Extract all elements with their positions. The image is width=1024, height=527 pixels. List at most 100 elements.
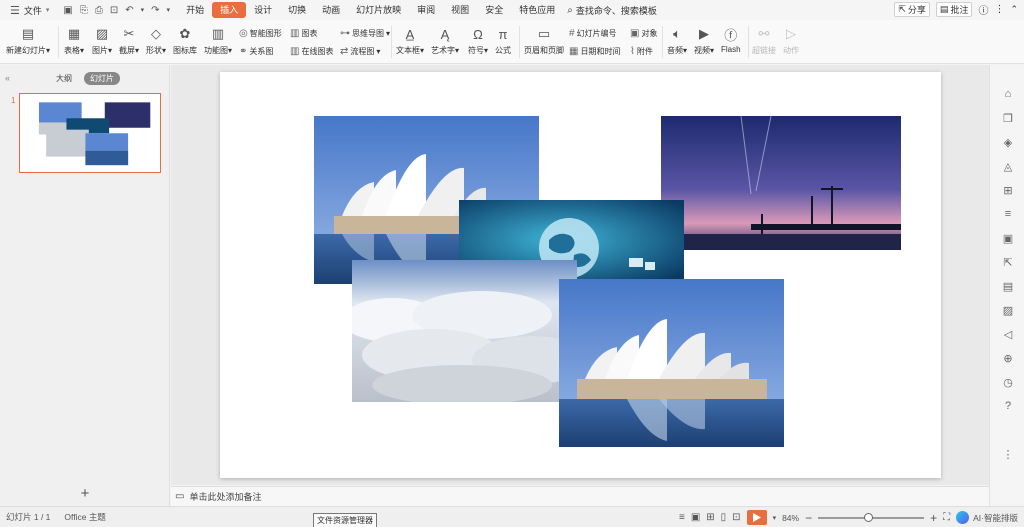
- attachment-button[interactable]: ⌇ 附件: [630, 46, 653, 57]
- relation-chart-button[interactable]: ⚭ 关系图: [239, 46, 273, 57]
- zoom-in-icon[interactable]: +: [930, 511, 937, 525]
- video-label: 视频: [694, 46, 710, 55]
- zoom-slider[interactable]: [818, 512, 925, 522]
- formula-button[interactable]: π 公式: [495, 26, 511, 56]
- collapse-ribbon-icon[interactable]: ⌃: [1010, 4, 1018, 15]
- chevron-down-icon: ▾: [45, 7, 50, 14]
- formula-label: 公式: [495, 46, 511, 55]
- shapes-icon[interactable]: ◈: [1001, 135, 1015, 149]
- audio-button[interactable]: 🔈︎ 音频▾: [667, 26, 687, 56]
- notes-toggle-icon[interactable]: ≡: [679, 512, 685, 523]
- zoom-out-icon[interactable]: −: [805, 511, 812, 525]
- help-circle-icon[interactable]: ?: [1001, 399, 1015, 413]
- play-dropdown-icon[interactable]: ▾: [773, 514, 777, 522]
- add-slide-button[interactable]: +: [0, 485, 170, 502]
- chart-button[interactable]: ▥ 图表: [290, 28, 317, 39]
- image-search-icon[interactable]: ▣: [1001, 231, 1015, 245]
- slide-sorter-icon[interactable]: ⊞: [706, 512, 714, 523]
- tab-view[interactable]: 视图: [443, 2, 477, 18]
- share-button[interactable]: ⇱ 分享: [894, 2, 930, 17]
- fill-icon[interactable]: ◬: [1001, 159, 1015, 173]
- slideshow-play-button[interactable]: [746, 510, 767, 525]
- icon-library-button[interactable]: ✿ 图标库: [173, 26, 197, 56]
- hyperlink-button[interactable]: ⚯ 超链接: [752, 26, 776, 56]
- screenshot-button[interactable]: ✂ 截屏▾: [119, 26, 139, 56]
- flow-chart-button[interactable]: ⇄ 流程图 ▾: [340, 46, 380, 57]
- table-button[interactable]: ▦ 表格▾: [64, 26, 84, 56]
- tab-outline[interactable]: 大纲: [50, 72, 78, 85]
- opera-house-image-2[interactable]: [559, 279, 784, 447]
- tab-insert[interactable]: 插入: [212, 2, 247, 18]
- archive-icon[interactable]: ▤: [1001, 279, 1015, 293]
- layers-icon[interactable]: ❐: [1001, 111, 1015, 125]
- tab-review[interactable]: 审阅: [409, 2, 443, 18]
- zoom-value[interactable]: 84%: [782, 513, 799, 523]
- undo-icon[interactable]: ↶: [125, 5, 133, 16]
- tab-transition[interactable]: 切换: [280, 2, 314, 18]
- flash-button[interactable]: ⓕ Flash: [721, 26, 741, 55]
- save-as-icon[interactable]: ⎘: [80, 5, 88, 16]
- zoom-slider-knob[interactable]: [864, 512, 874, 522]
- tab-slides[interactable]: 幻灯片: [84, 72, 120, 85]
- reading-view-icon[interactable]: ▯: [721, 512, 727, 523]
- picture-button[interactable]: ▨ 图片▾: [92, 26, 112, 56]
- word-art-button[interactable]: Ą 艺术字▾: [431, 26, 459, 56]
- command-search[interactable]: ⌕ 查找命令、搜索模板: [567, 4, 657, 17]
- comment-button[interactable]: ▤ 批注: [935, 2, 973, 17]
- more-options-icon[interactable]: ⋮: [994, 4, 1004, 15]
- date-time-button[interactable]: ▦ 日期和时间: [569, 46, 620, 57]
- notes-bar[interactable]: ▭ 单击此处添加备注: [171, 486, 989, 506]
- normal-view-icon[interactable]: ▣: [691, 512, 700, 523]
- grid-icon[interactable]: ⊞: [1001, 183, 1015, 197]
- tab-home[interactable]: 开始: [178, 2, 212, 18]
- tab-special-apps[interactable]: 特色应用: [511, 2, 563, 18]
- notes-view-icon[interactable]: ⊡: [732, 512, 740, 523]
- help-icon[interactable]: ⓘ: [978, 2, 988, 17]
- ai-layout-button[interactable]: AI·智能排版: [956, 511, 1018, 524]
- action-button[interactable]: ▷ 动作: [783, 26, 799, 56]
- omega-icon: Ω: [473, 26, 483, 42]
- textbox-button[interactable]: A̲ 文本框▾: [396, 26, 424, 56]
- file-menu[interactable]: ☰ 文件 ▾: [0, 0, 55, 20]
- function-chart-label: 功能图: [204, 46, 228, 55]
- table-icon: ▦: [67, 26, 81, 41]
- object-button[interactable]: ▣ 对象: [630, 28, 657, 39]
- history-icon[interactable]: ◷: [1001, 375, 1015, 389]
- settings-sliders-icon[interactable]: ≡: [1001, 207, 1015, 221]
- online-chart-button[interactable]: ▥ 在线图表: [290, 46, 333, 57]
- tab-animation[interactable]: 动画: [314, 2, 348, 18]
- volume-icon[interactable]: ◁: [1001, 327, 1015, 341]
- fit-window-icon[interactable]: ⛶: [943, 512, 950, 523]
- play-icon: [752, 513, 761, 522]
- tab-slideshow[interactable]: 幻灯片放映: [348, 2, 409, 18]
- slide-thumbnail[interactable]: [19, 93, 161, 173]
- mind-map-button[interactable]: ⊶ 思维导图 ▾: [340, 28, 390, 39]
- video-button[interactable]: ▶ 视频▾: [694, 26, 714, 56]
- picture-icon-right[interactable]: ▨: [1001, 303, 1015, 317]
- save-icon[interactable]: ▣: [63, 5, 72, 16]
- new-slide-button[interactable]: ▤ 新建幻灯片▾: [6, 26, 50, 56]
- pier-sunset-image[interactable]: [661, 116, 901, 250]
- ai-layout-label: AI·智能排版: [973, 512, 1018, 523]
- export-icon[interactable]: ⇱: [1001, 255, 1015, 269]
- undo-dropdown-icon[interactable]: ▾: [141, 6, 145, 14]
- ribbon-tabs: 开始 插入 设计 切换 动画 幻灯片放映 审阅 视图 安全 特色应用: [178, 2, 563, 18]
- tab-design[interactable]: 设计: [246, 2, 280, 18]
- download-icon[interactable]: ⊕: [1001, 351, 1015, 365]
- function-chart-button[interactable]: ▥ 功能图▾: [204, 26, 232, 56]
- word-art-icon: Ą: [440, 26, 450, 42]
- slide-number-button[interactable]: # 幻灯片编号: [569, 28, 617, 39]
- pin-icon[interactable]: ⌂: [1001, 87, 1015, 101]
- print-preview-icon[interactable]: ⊡: [110, 5, 118, 16]
- tab-security[interactable]: 安全: [477, 2, 511, 18]
- qa-more-icon[interactable]: ▾: [167, 6, 171, 14]
- slide-canvas[interactable]: [220, 72, 941, 478]
- more-vertical-icon[interactable]: ⋮: [1001, 447, 1015, 461]
- print-icon[interactable]: ⎙: [95, 5, 103, 16]
- header-footer-button[interactable]: ▭ 页眉和页脚: [524, 26, 564, 56]
- symbol-button[interactable]: Ω 符号▾: [468, 26, 488, 56]
- redo-icon[interactable]: ↷: [151, 5, 159, 16]
- clouds-image[interactable]: [352, 260, 577, 402]
- shape-button[interactable]: ◇ 形状▾: [146, 26, 166, 56]
- smart-art-button[interactable]: ◎ 智能图形: [239, 28, 282, 39]
